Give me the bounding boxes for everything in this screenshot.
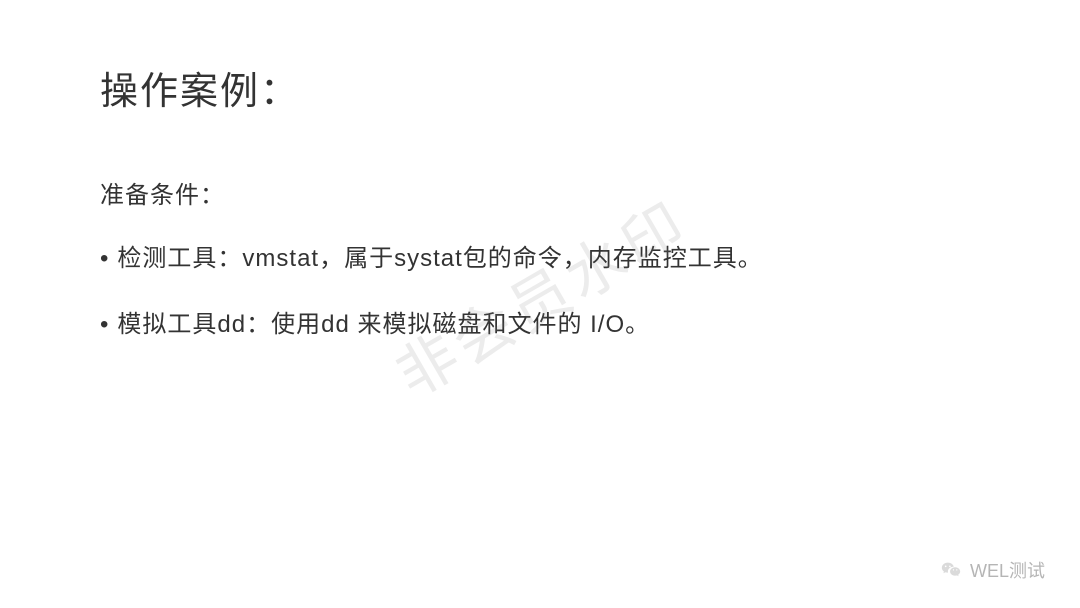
list-item: • 模拟工具dd：使用dd 来模拟磁盘和文件的 I/O。	[100, 306, 980, 344]
bullet-marker: •	[100, 306, 109, 344]
attribution-label: WEL测试	[970, 557, 1045, 583]
attribution: WEL测试	[940, 557, 1045, 583]
slide-subtitle: 准备条件：	[100, 175, 980, 210]
slide-content: 操作案例： 准备条件： • 检测工具：vmstat，属于systat包的命令，内…	[0, 0, 1080, 608]
bullet-text: 模拟工具dd：使用dd 来模拟磁盘和文件的 I/O。	[117, 306, 650, 344]
bullet-marker: •	[100, 240, 109, 278]
bullet-text: 检测工具：vmstat，属于systat包的命令，内存监控工具。	[117, 240, 762, 278]
wechat-icon	[940, 559, 962, 581]
slide-title: 操作案例：	[100, 60, 980, 115]
bullet-list: • 检测工具：vmstat，属于systat包的命令，内存监控工具。 • 模拟工…	[100, 240, 980, 345]
list-item: • 检测工具：vmstat，属于systat包的命令，内存监控工具。	[100, 240, 980, 278]
